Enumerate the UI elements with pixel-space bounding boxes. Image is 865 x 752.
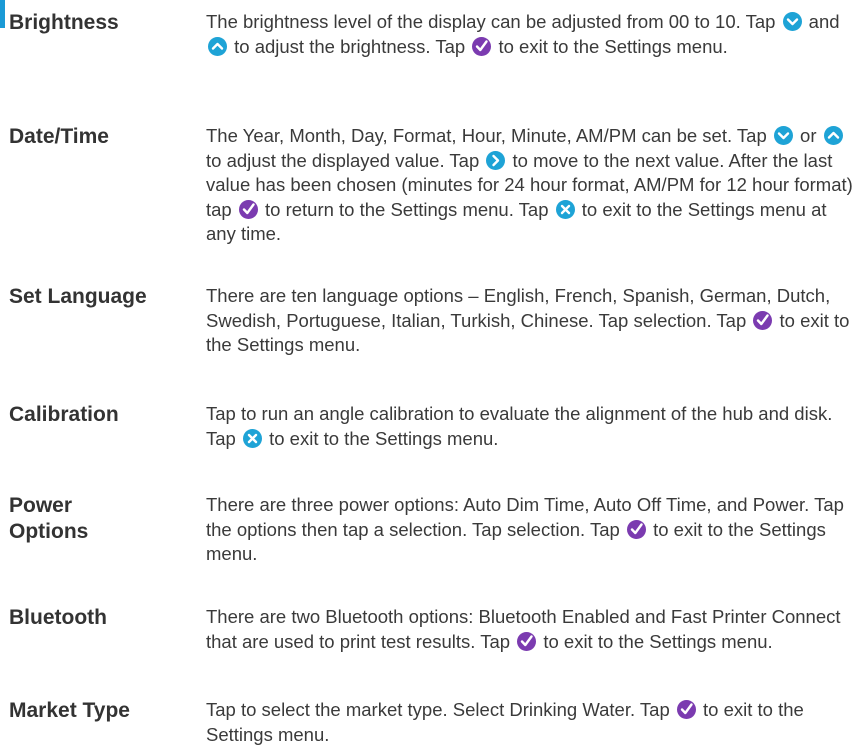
term-market-type: Market Type	[9, 699, 130, 722]
term-calibration: Calibration	[9, 403, 119, 426]
section-accent-bar	[0, 0, 5, 28]
desc-set-language: There are ten language options – English…	[206, 285, 850, 355]
close-icon	[555, 199, 575, 219]
term-date-time: Date/Time	[9, 125, 109, 148]
chevron-down-icon	[773, 126, 793, 145]
desc-power-options: There are three power options: Auto Dim …	[206, 494, 844, 564]
chevron-up-icon	[208, 36, 227, 56]
desc-date-time: The Year, Month, Day, Format, Hour, Minu…	[206, 125, 853, 244]
check-icon	[472, 36, 492, 56]
term-set-language: Set Language	[9, 285, 147, 308]
close-icon	[242, 428, 262, 448]
check-icon	[626, 519, 646, 539]
desc-market-type: Tap to select the market type. Select Dr…	[206, 699, 804, 745]
check-icon	[753, 310, 773, 330]
chevron-right-icon	[486, 150, 506, 170]
chevron-up-icon	[823, 126, 843, 145]
desc-brightness: The brightness level of the display can …	[206, 11, 840, 57]
term-bluetooth: Bluetooth	[9, 606, 107, 629]
check-icon	[238, 199, 258, 219]
chevron-down-icon	[782, 12, 802, 31]
check-icon	[676, 700, 696, 719]
desc-bluetooth: There are two Bluetooth options: Bluetoo…	[206, 606, 841, 652]
desc-calibration: Tap to run an angle calibration to evalu…	[206, 403, 833, 449]
term-brightness: Brightness	[9, 11, 119, 34]
term-power-options: Power Options	[9, 494, 89, 543]
check-icon	[517, 631, 537, 651]
